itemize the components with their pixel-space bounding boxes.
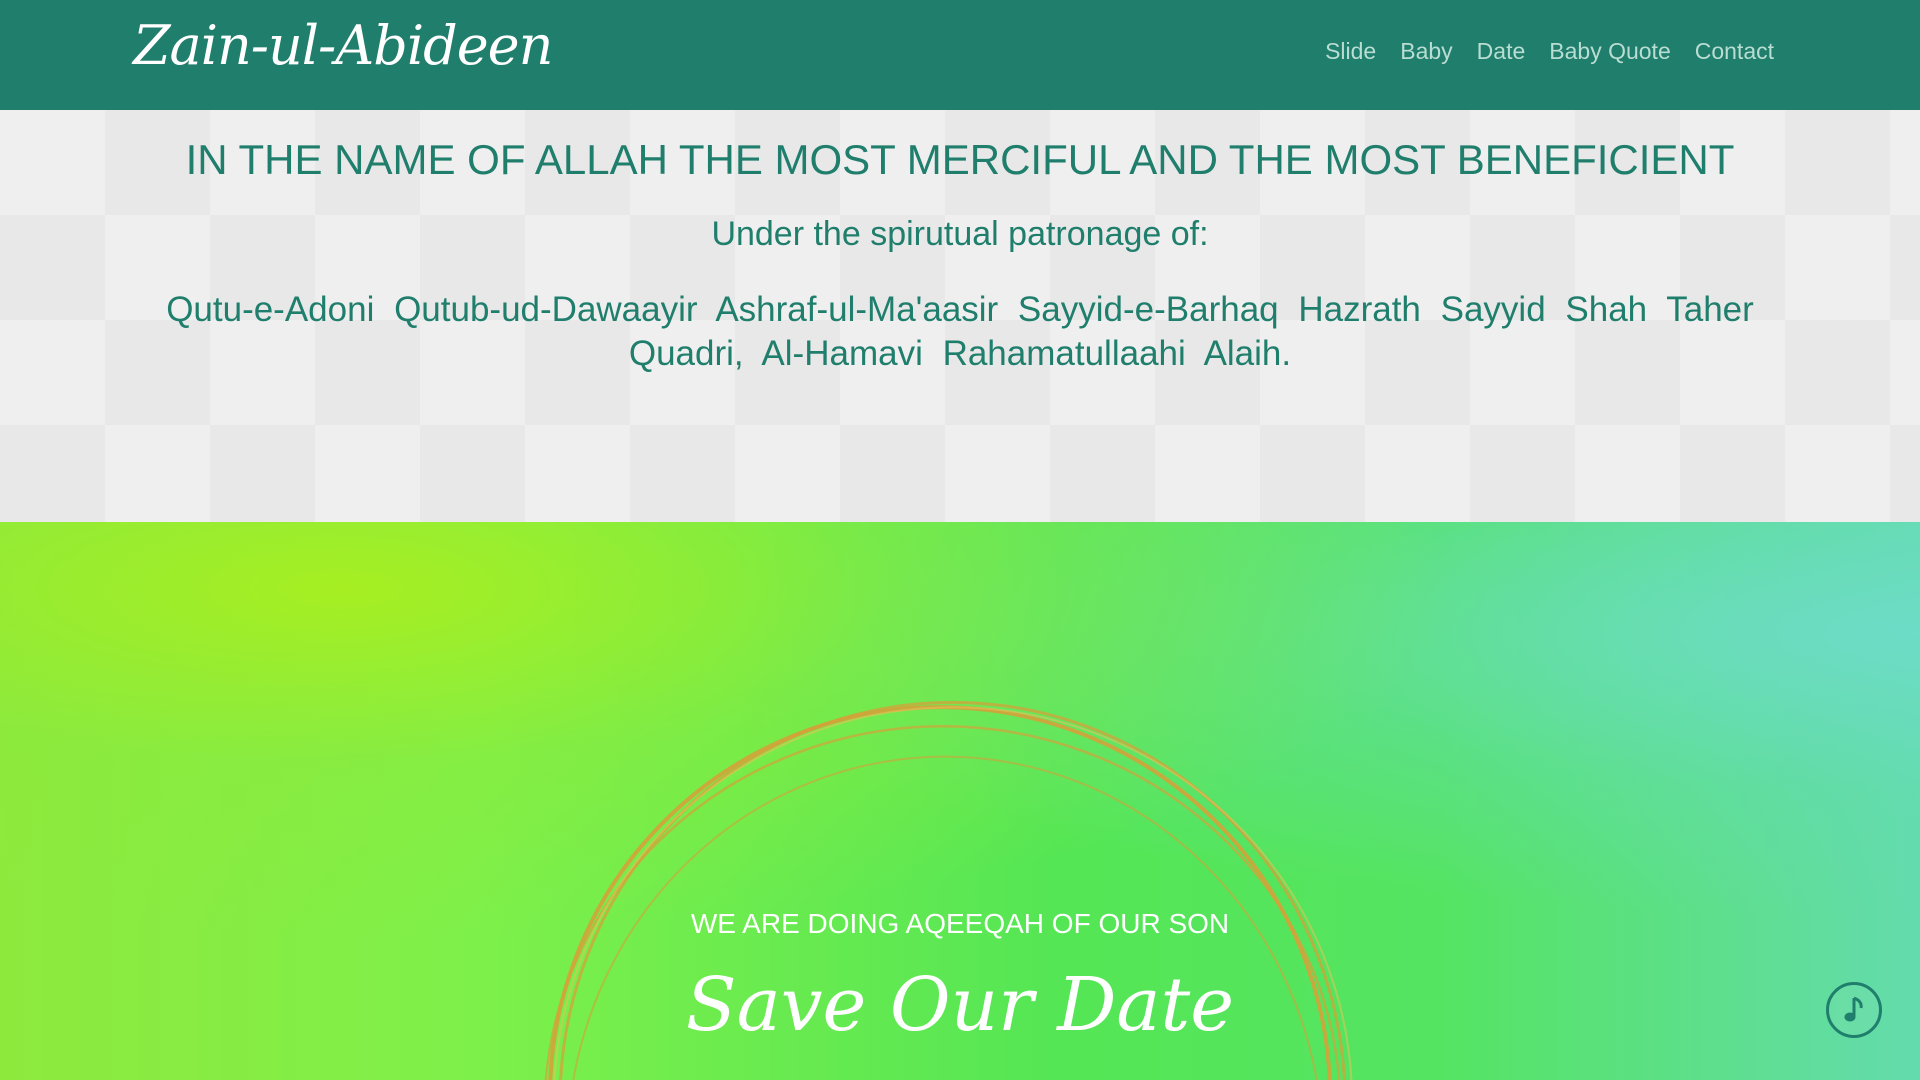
aqeeqah-announcement: WE ARE DOING AQEEQAH OF OUR SON [690,908,1230,939]
nav-link-date[interactable]: Date [1477,38,1526,65]
music-note-icon [1844,996,1863,1022]
top-navbar: Zain-ul-Abideen Slide Baby Date Baby Quo… [0,0,1920,110]
save-the-date-hero: WE ARE DOING AQEEQAH OF OUR SON Save Our… [0,522,1920,1080]
nav-link-contact[interactable]: Contact [1695,38,1774,65]
main-nav: Slide Baby Date Baby Quote Contact [1325,38,1774,65]
patronage-subheading: Under the spirutual patronage of: [711,215,1209,253]
nav-link-baby-quote[interactable]: Baby Quote [1549,38,1670,65]
patronage-section: IN THE NAME OF ALLAH THE MOST MERCIFUL A… [0,110,1920,522]
nav-link-baby[interactable]: Baby [1400,38,1452,65]
save-our-date-title: Save Our Date [685,962,1235,1048]
bismillah-headline: IN THE NAME OF ALLAH THE MOST MERCIFUL A… [185,136,1735,183]
nav-link-slide[interactable]: Slide [1325,38,1376,65]
brand-logo-text[interactable]: Zain-ul-Abideen [133,14,553,77]
music-toggle-button[interactable] [1826,982,1882,1038]
patron-names: Qutu-e-Adoni Qutub-ud-Dawaayir Ashraf-ul… [166,290,1754,373]
